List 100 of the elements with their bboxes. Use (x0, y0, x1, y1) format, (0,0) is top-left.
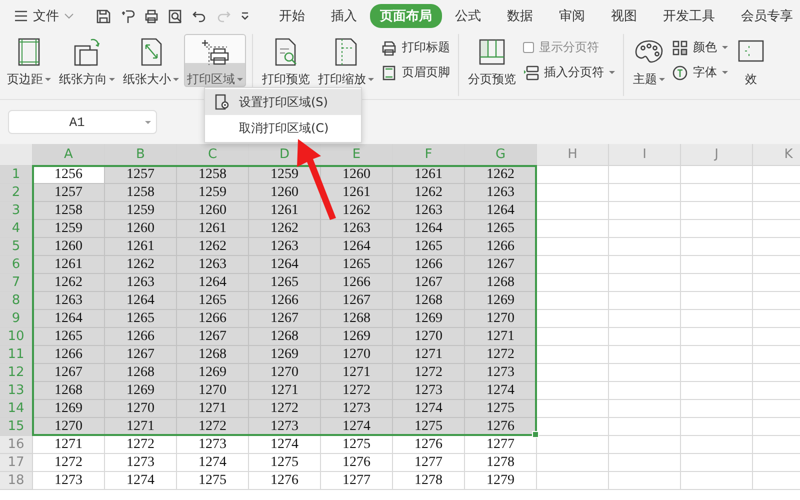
row-header[interactable]: 5 (0, 238, 33, 256)
column-header[interactable]: E (321, 144, 393, 166)
column-header[interactable]: G (465, 144, 537, 166)
name-box[interactable]: A1 (8, 110, 157, 134)
table-cell: 1258 (105, 184, 177, 202)
undo-icon[interactable] (192, 8, 207, 24)
row-header[interactable]: 2 (0, 184, 33, 202)
ribbon-tab[interactable]: 审阅 (546, 4, 598, 28)
row-header[interactable]: 14 (0, 400, 33, 418)
table-cell: 1265 (33, 328, 105, 346)
row-header[interactable]: 15 (0, 418, 33, 436)
table-cell (537, 184, 609, 202)
table-cell: 1267 (105, 346, 177, 364)
row-header[interactable]: 17 (0, 454, 33, 472)
row-header[interactable]: 3 (0, 202, 33, 220)
table-cell (537, 346, 609, 364)
ribbon-button[interactable]: 打印预览 (259, 34, 313, 87)
column-header[interactable]: B (105, 144, 177, 166)
print-icon[interactable] (144, 8, 159, 24)
table-cell (681, 436, 753, 454)
row-header[interactable]: 1 (0, 166, 33, 184)
ribbon-tab[interactable]: 会员专享 (728, 4, 800, 28)
table-cell: 1270 (249, 364, 321, 382)
table-cell: 1266 (105, 328, 177, 346)
table-cell: 1264 (249, 256, 321, 274)
ribbon-tab[interactable]: 数据 (494, 4, 546, 28)
table-cell: 1275 (321, 436, 393, 454)
print-title-icon (381, 40, 397, 56)
row-header[interactable]: 18 (0, 472, 33, 490)
table-cell: 1278 (465, 454, 537, 472)
table-cell: 1268 (321, 310, 393, 328)
ribbon-button[interactable]: 插入分页符 (521, 63, 617, 82)
ribbon-button[interactable]: 纸张大小 (120, 34, 182, 87)
table-cell: 1263 (393, 202, 465, 220)
ribbon-tab[interactable]: 开始 (266, 4, 318, 28)
table-cell: 1266 (321, 274, 393, 292)
table-cell: 1273 (465, 364, 537, 382)
menu-item[interactable]: 取消打印区域(C) (205, 115, 361, 141)
table-cell (609, 220, 681, 238)
ribbon-button[interactable]: 颜色 (670, 38, 730, 57)
table-cell: 1261 (177, 220, 249, 238)
more-icon[interactable] (240, 11, 250, 21)
table-cell: 1263 (105, 274, 177, 292)
ribbon-tab[interactable]: 开发工具 (650, 4, 728, 28)
row-header[interactable]: 16 (0, 436, 33, 454)
row-header[interactable]: 9 (0, 310, 33, 328)
column-header[interactable]: A (33, 144, 105, 166)
table-cell: 1258 (177, 166, 249, 184)
row-header[interactable]: 8 (0, 292, 33, 310)
checkbox[interactable] (523, 42, 534, 53)
ribbon-button[interactable]: 打印区域 (184, 34, 246, 87)
print-preview-icon[interactable] (168, 8, 183, 24)
table-cell: 1274 (465, 382, 537, 400)
menu-item[interactable]: 设置打印区域(S) (205, 89, 361, 115)
ribbon-button[interactable]: 效 (732, 34, 770, 87)
table-cell: 1261 (105, 238, 177, 256)
ribbon-button[interactable]: 打印缩放 (315, 34, 377, 87)
ribbon-button[interactable]: 主题 (630, 34, 668, 87)
ribbon-button[interactable]: 纸张方向 (56, 34, 118, 87)
table-cell: 1274 (177, 454, 249, 472)
column-header[interactable]: C (177, 144, 249, 166)
ribbon-tab[interactable]: 插入 (318, 4, 370, 28)
table-cell: 1272 (105, 436, 177, 454)
table-cell: 1273 (33, 472, 105, 490)
column-header[interactable]: F (393, 144, 465, 166)
table-cell (681, 346, 753, 364)
column-header[interactable]: K (753, 144, 800, 166)
ribbon-button[interactable]: 页边距 (4, 34, 54, 87)
file-menu-button[interactable]: 文件 (14, 7, 74, 25)
table-cell (681, 472, 753, 490)
fill-handle[interactable] (532, 431, 539, 438)
ribbon-button[interactable]: 页眉页脚 (379, 63, 452, 82)
ribbon-tab[interactable]: 公式 (442, 4, 494, 28)
row-header[interactable]: 7 (0, 274, 33, 292)
column-header[interactable]: J (681, 144, 753, 166)
table-cell: 1270 (105, 400, 177, 418)
table-cell (609, 364, 681, 382)
row-header[interactable]: 11 (0, 346, 33, 364)
table-cell: 1260 (105, 220, 177, 238)
table-cell: 1272 (321, 382, 393, 400)
table-cell: 1273 (321, 400, 393, 418)
table-cell: 1264 (393, 220, 465, 238)
table-cell: 1269 (321, 328, 393, 346)
row-header[interactable]: 6 (0, 256, 33, 274)
save-icon[interactable] (96, 8, 111, 24)
table-cell (537, 382, 609, 400)
ribbon-tab[interactable]: 页面布局 (370, 4, 442, 28)
row-header[interactable]: 10 (0, 328, 33, 346)
ribbon-button[interactable]: 打印标题 (379, 38, 452, 57)
row-header[interactable]: 13 (0, 382, 33, 400)
row-header[interactable]: 12 (0, 364, 33, 382)
ribbon-button[interactable]: 字体 (670, 63, 730, 82)
column-header[interactable]: I (609, 144, 681, 166)
table-cell (609, 328, 681, 346)
column-header[interactable]: H (537, 144, 609, 166)
ribbon-button[interactable]: 分页预览 (465, 34, 519, 87)
insert-page-break-icon (523, 64, 539, 80)
row-header[interactable]: 4 (0, 220, 33, 238)
table-cell (681, 184, 753, 202)
ribbon-tab[interactable]: 视图 (598, 4, 650, 28)
